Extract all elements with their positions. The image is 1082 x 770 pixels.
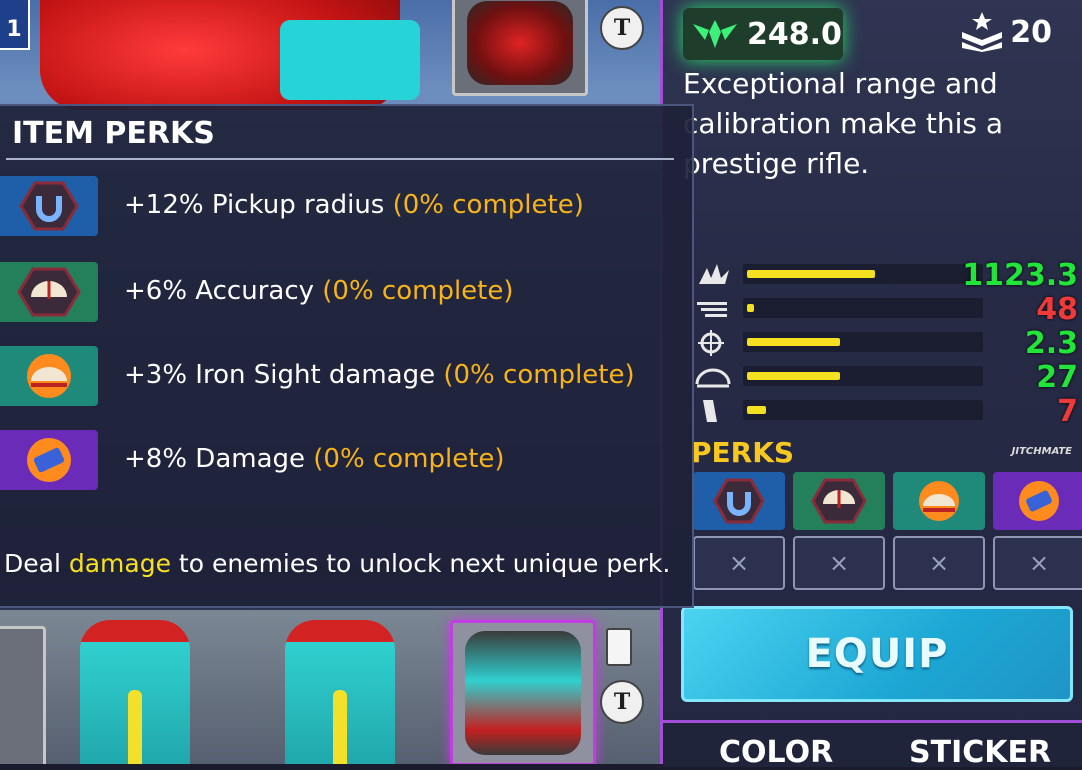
weapon-stats: 1123.3 48 2.3 27 7	[693, 258, 1078, 429]
stat-value: 7	[1057, 394, 1078, 429]
perk-row-icon-box	[0, 262, 98, 322]
tab-sticker[interactable]: STICKER	[909, 735, 1051, 770]
perk-slot-1[interactable]	[693, 472, 785, 530]
magazine-icon	[703, 400, 717, 422]
damage-icon	[699, 264, 729, 284]
hint-before: Deal	[4, 549, 69, 578]
perk-progress: (0% complete)	[313, 444, 505, 474]
accuracy-icon	[698, 330, 724, 356]
stat-bar-fill	[747, 406, 766, 414]
hint-highlight: damage	[68, 549, 171, 578]
perk-row-icon-box	[0, 430, 98, 490]
power-wings-icon	[693, 20, 737, 48]
unlock-hint: Deal damage to enemies to unlock next un…	[4, 549, 670, 578]
iron-sight-icon	[919, 481, 959, 521]
perk-text: +3% Iron Sight damage (0% complete)	[124, 360, 635, 390]
perk-row-icon-box	[0, 176, 98, 236]
popup-title: ITEM PERKS	[12, 116, 215, 151]
equip-label: EQUIP	[805, 631, 949, 677]
stat-bar-fill	[747, 304, 754, 312]
perk-label: +6% Accuracy	[124, 276, 314, 306]
locked-slot-3[interactable]: ×	[893, 536, 985, 590]
left-item-slot[interactable]	[0, 626, 46, 764]
magnet-icon	[713, 478, 765, 524]
perk-label: +8% Damage	[124, 444, 306, 474]
equip-button[interactable]: EQUIP	[681, 606, 1073, 702]
perk-row-icon-box	[0, 346, 98, 406]
rank-star-chevron-icon	[962, 12, 1003, 52]
robot-torso	[40, 0, 420, 110]
stat-value: 48	[1036, 292, 1078, 327]
locked-slot-4[interactable]: ×	[993, 536, 1082, 590]
tab-color[interactable]: COLOR	[719, 735, 833, 770]
perk-row-damage: +8% Damage (0% complete)	[0, 418, 680, 498]
weapon-description: Exceptional range and calibration make t…	[683, 67, 1004, 180]
locked-slot-2[interactable]: ×	[793, 536, 885, 590]
perk-row-accuracy: +6% Accuracy (0% complete)	[0, 250, 680, 330]
stat-row: 27	[693, 360, 1078, 395]
weapon-slot-top[interactable]	[452, 0, 588, 96]
iron-sight-icon	[27, 354, 71, 398]
stat-bar-track	[743, 332, 983, 352]
perk-label: +3% Iron Sight damage	[124, 360, 436, 390]
perks-title: PERKS	[691, 436, 795, 469]
stat-row: 1123.3	[693, 258, 1078, 293]
weapon-detail-panel: 248.0 20 Exceptional range and calibrati…	[660, 0, 1082, 770]
bottom-tabs: COLOR STICKER	[663, 720, 1082, 770]
stat-value: 2.3	[1024, 326, 1078, 361]
weapon-thumbnail	[467, 1, 573, 85]
perk-progress: (0% complete)	[443, 360, 635, 390]
rank-indicator: 20	[960, 12, 1052, 52]
perk-icons-row	[693, 472, 1082, 530]
stat-row: 2.3	[693, 326, 1078, 361]
item-perks-popup: ITEM PERKS +12% Pickup radius (0% comple…	[0, 104, 694, 608]
armor-thumbnail	[465, 631, 581, 755]
stat-bar-fill	[747, 372, 840, 380]
damage-icon	[1019, 481, 1059, 521]
power-rating: 248.0	[683, 8, 843, 60]
robot-leg-left	[80, 620, 190, 764]
perk-label: +12% Pickup radius	[124, 190, 385, 220]
level-badge: 1	[0, 0, 30, 50]
manufacturer-badge-icon: T	[600, 6, 644, 50]
stat-value: 27	[1036, 360, 1078, 395]
locked-perk-slots: × × × ×	[693, 536, 1082, 590]
perk-text: +6% Accuracy (0% complete)	[124, 276, 514, 306]
manufacturer-logo: JITCHMATE	[1011, 446, 1072, 457]
perk-text: +12% Pickup radius (0% complete)	[124, 190, 584, 220]
stat-bar-fill	[747, 270, 875, 278]
stat-row: 48	[693, 292, 1078, 327]
fire-rate-icon	[697, 302, 727, 317]
hint-after: to enemies to unlock next unique perk.	[170, 549, 671, 578]
perk-slot-3[interactable]	[893, 472, 985, 530]
armor-slot[interactable]	[450, 620, 596, 764]
stat-bar-track	[743, 264, 983, 284]
manufacturer-badge-icon-2: T	[600, 680, 644, 724]
stat-bar-fill	[747, 338, 840, 346]
range-icon	[695, 368, 731, 388]
perk-text: +8% Damage (0% complete)	[124, 444, 505, 474]
stat-row: 7	[693, 394, 1078, 429]
accuracy-icon	[17, 267, 81, 317]
locked-slot-1[interactable]: ×	[693, 536, 785, 590]
stat-bar-track	[743, 298, 983, 318]
popup-divider	[6, 158, 674, 160]
perk-progress: (0% complete)	[392, 190, 584, 220]
magnet-icon	[19, 181, 79, 231]
robot-leg-right	[285, 620, 395, 764]
stat-bar-track	[743, 400, 983, 420]
stat-bar-track	[743, 366, 983, 386]
perk-progress: (0% complete)	[322, 276, 514, 306]
perk-slot-2[interactable]	[793, 472, 885, 530]
damage-icon	[27, 438, 71, 482]
battery-icon	[606, 628, 632, 666]
rank-value: 20	[1010, 14, 1052, 50]
perk-row-pickup-radius: +12% Pickup radius (0% complete)	[0, 164, 680, 244]
perk-row-iron-sight: +3% Iron Sight damage (0% complete)	[0, 334, 680, 414]
accuracy-icon	[811, 478, 867, 524]
stat-value: 1123.3	[962, 258, 1078, 293]
perk-slot-4[interactable]	[993, 472, 1082, 530]
power-value: 248.0	[747, 16, 842, 52]
